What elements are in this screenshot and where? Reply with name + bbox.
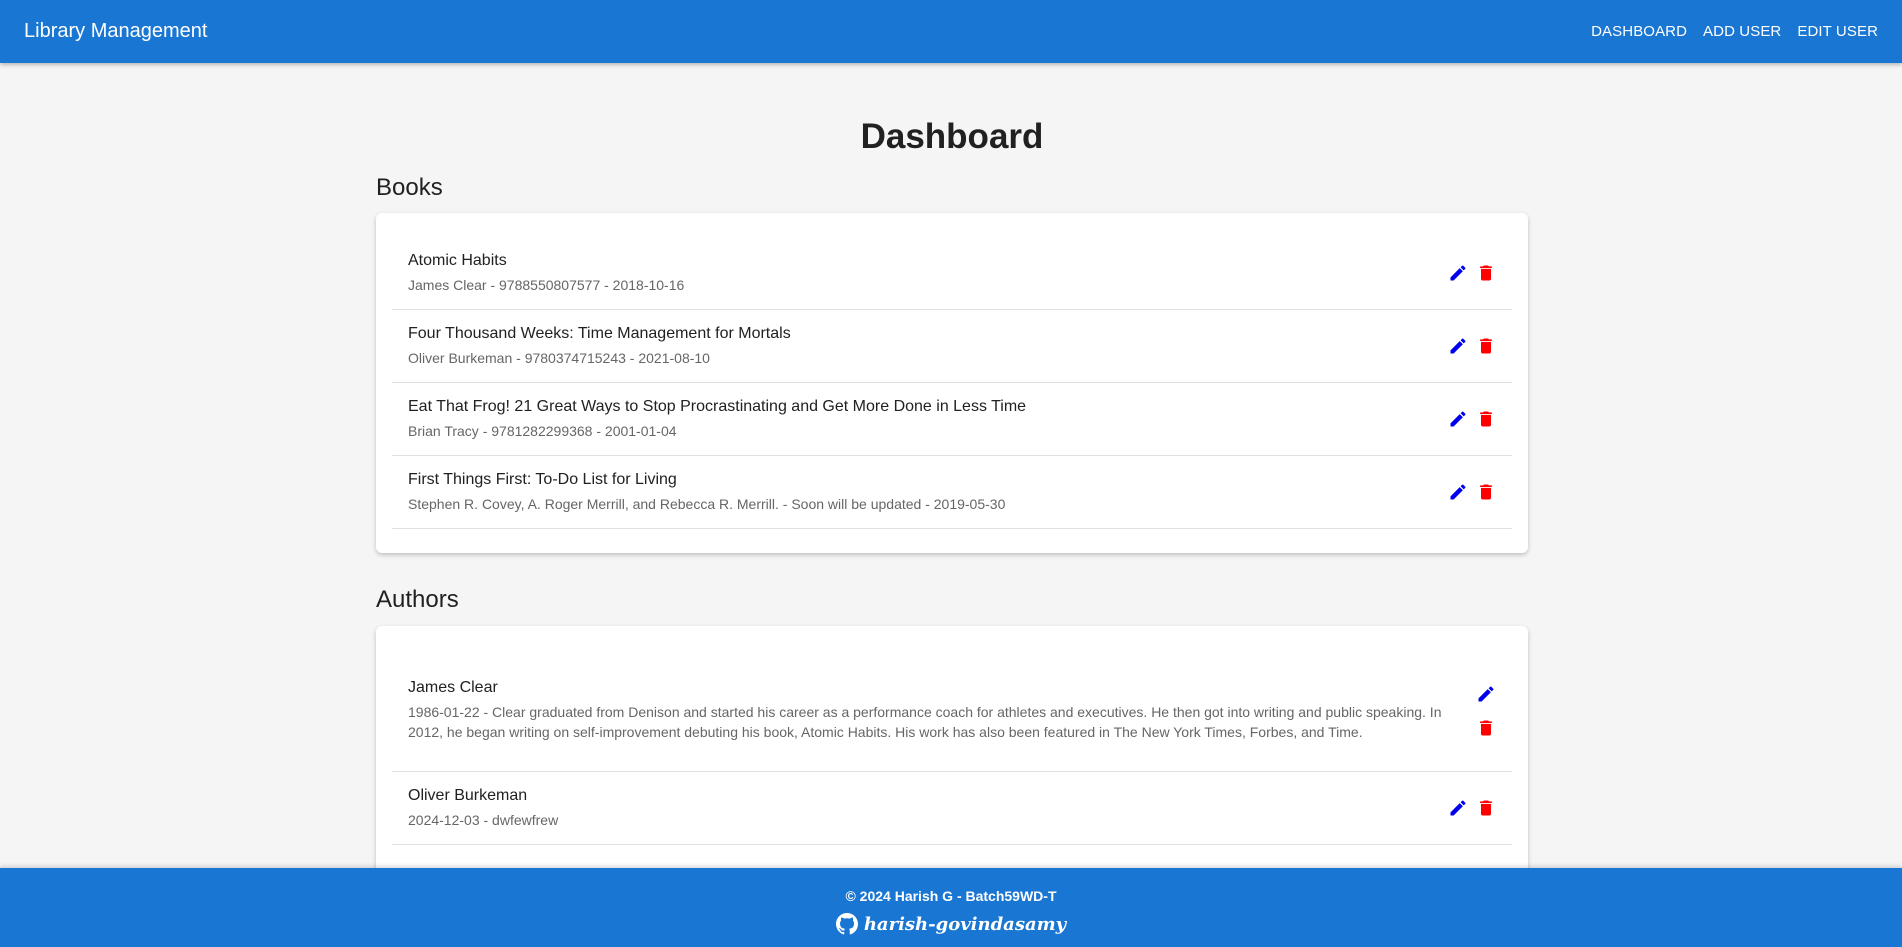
trash-icon [1480,720,1492,735]
delete-book-button[interactable] [1476,482,1496,502]
pencil-icon [1450,265,1466,281]
book-text: Eat That Frog! 21 Great Ways to Stop Pro… [408,398,1026,441]
nav-dashboard[interactable]: DASHBOARD [1583,15,1695,48]
book-text: First Things First: To-Do List for Livin… [408,471,1005,514]
trash-icon [1480,265,1492,281]
page-title: Dashboard [860,117,1044,156]
github-icon [835,913,858,935]
book-text: Four Thousand Weeks: Time Management for… [408,325,791,368]
trash-icon [1480,484,1492,500]
author-details: 1986-01-22 - Clear graduated from Deniso… [408,704,1442,740]
pencil-icon [1478,685,1494,701]
trash-icon [1480,411,1492,427]
nav-add-user[interactable]: ADD USER [1695,15,1789,48]
github-handle[interactable]: harish-govindasamy [864,914,1066,935]
edit-book-button[interactable] [1448,263,1468,283]
nav-edit-user[interactable]: EDIT USER [1789,15,1878,48]
book-actions [1448,482,1496,502]
author-name: James Clear [408,679,498,696]
book-title: Four Thousand Weeks: Time Management for… [408,324,791,342]
books-card: Atomic Habits James Clear - 978855080757… [376,213,1528,553]
book-actions [1448,409,1496,429]
book-text: Atomic Habits James Clear - 978855080757… [408,252,684,295]
author-details: 2024-12-03 - dwfewfrew [408,811,559,828]
pencil-icon [1450,800,1466,816]
github-link[interactable]: harish-govindasamy [0,913,1902,935]
delete-book-button[interactable] [1476,263,1496,283]
author-item: James Clear 1986-01-22 - Clear graduated… [392,650,1512,772]
app-title[interactable]: Library Management [24,20,207,43]
edit-book-button[interactable] [1448,336,1468,356]
author-item: Oliver Burkeman 2024-12-03 - dwfewfrew [392,772,1512,845]
authors-heading: Authors [376,586,459,613]
author-name: Oliver Burkeman [408,786,528,804]
book-actions [1448,336,1496,356]
delete-book-button[interactable] [1476,409,1496,429]
app-bar: Library Management DASHBOARD ADD USER ED… [0,0,1902,63]
book-item: First Things First: To-Do List for Livin… [392,456,1512,529]
book-details: Stephen R. Covey, A. Roger Merrill, and … [408,495,1006,512]
book-title: Atomic Habits [408,251,507,269]
edit-book-button[interactable] [1448,482,1468,502]
edit-author-button[interactable] [1448,798,1468,818]
edit-author-button[interactable] [1476,684,1496,704]
books-heading: Books [376,174,443,201]
authors-card: James Clear 1986-01-22 - Clear graduated… [376,626,1528,908]
book-item: Four Thousand Weeks: Time Management for… [392,310,1512,383]
book-item: Eat That Frog! 21 Great Ways to Stop Pro… [392,383,1512,456]
delete-book-button[interactable] [1476,336,1496,356]
footer: © 2024 Harish G - Batch59WD-T harish-gov… [0,868,1902,947]
book-details: Brian Tracy - 9781282299368 - 2001-01-04 [408,422,677,439]
trash-icon [1480,338,1492,354]
top-nav: DASHBOARD ADD USER EDIT USER [1583,15,1878,48]
book-title: First Things First: To-Do List for Livin… [408,470,677,488]
book-details: Oliver Burkeman - 9780374715243 - 2021-0… [408,349,710,366]
author-actions [1476,684,1496,738]
pencil-icon [1450,338,1466,354]
delete-author-button[interactable] [1476,718,1496,738]
book-details: James Clear - 9788550807577 - 2018-10-16 [408,276,685,293]
pencil-icon [1450,411,1466,427]
book-actions [1448,263,1496,283]
author-text: Oliver Burkeman 2024-12-03 - dwfewfrew [408,787,558,830]
footer-copyright: © 2024 Harish G - Batch59WD-T [845,888,1057,904]
author-actions [1448,798,1496,818]
book-item: Atomic Habits James Clear - 978855080757… [392,237,1512,310]
delete-author-button[interactable] [1476,798,1496,818]
trash-icon [1480,800,1492,816]
pencil-icon [1450,484,1466,500]
book-title: Eat That Frog! 21 Great Ways to Stop Pro… [408,397,1027,415]
edit-book-button[interactable] [1448,409,1468,429]
author-text: James Clear 1986-01-22 - Clear graduated… [408,679,1468,742]
